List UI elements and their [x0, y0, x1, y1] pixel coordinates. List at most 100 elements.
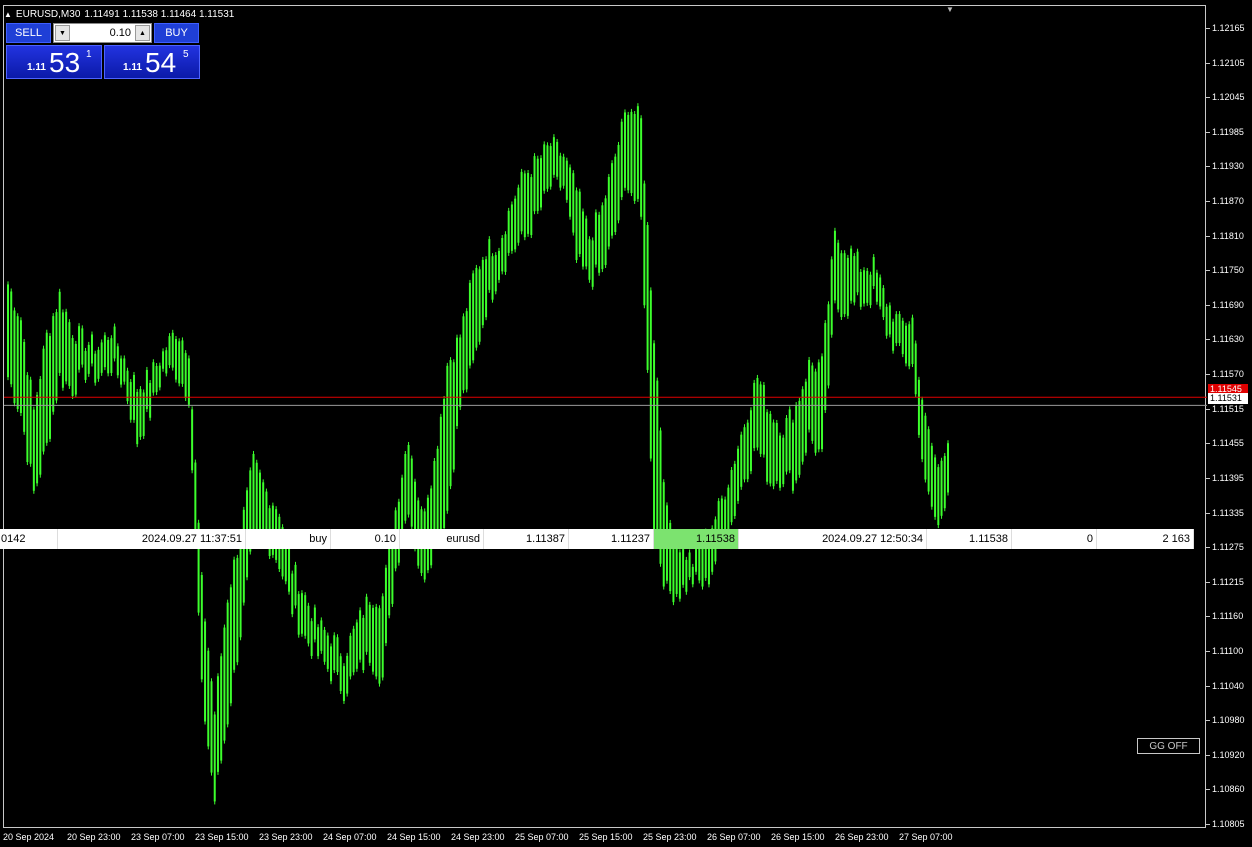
- candle-body: [501, 238, 504, 272]
- one-click-trading-panel: SELL ▼ 0.10 ▲ BUY 1.11 53 1 1.11 54 5: [6, 23, 200, 79]
- candle-body: [837, 242, 840, 310]
- trade-close-time: 2024.09.27 12:50:34: [739, 529, 927, 549]
- candle-body: [620, 121, 623, 198]
- candle-body: [158, 365, 161, 388]
- candle-body: [695, 547, 698, 572]
- candle-body: [162, 351, 165, 369]
- time-axis-label: 23 Sep 07:00: [131, 832, 185, 842]
- price-axis-tick: [1206, 97, 1210, 98]
- bid-price-tag: 1.11531: [1208, 393, 1248, 404]
- candle-body: [288, 548, 291, 592]
- triangle-up-icon[interactable]: ▲: [4, 10, 12, 19]
- candle-body: [569, 167, 572, 217]
- candle-body: [258, 472, 261, 534]
- candle-body: [536, 158, 539, 211]
- trade-open-price: 1.11387: [484, 529, 569, 549]
- candle-body: [559, 155, 562, 188]
- candle-body: [908, 324, 911, 367]
- candle-body: [627, 114, 630, 191]
- candle-body: [562, 156, 565, 186]
- candle-body: [210, 681, 213, 773]
- candle-body: [229, 587, 232, 704]
- candle-body: [194, 462, 197, 538]
- candle-body: [549, 146, 552, 187]
- price-axis-tick: [1206, 63, 1210, 64]
- trade-ticket: 0142: [0, 529, 58, 549]
- candle-body: [39, 379, 42, 475]
- candle-body: [895, 314, 898, 344]
- gg-off-button[interactable]: GG OFF: [1137, 738, 1200, 754]
- candle-body: [19, 320, 22, 414]
- candle-body: [42, 348, 45, 452]
- candle-body: [462, 316, 465, 391]
- chart-header: ▲ EURUSD,M30 1.11491 1.11538 1.11464 1.1…: [4, 7, 234, 21]
- candle-body: [943, 456, 946, 509]
- candle-body: [123, 358, 126, 382]
- price-axis-label: 1.11040: [1212, 681, 1244, 691]
- symbol-label: EURUSD,M30: [15, 8, 81, 20]
- candle-body: [7, 284, 9, 378]
- candle-body: [336, 637, 339, 673]
- candle-body: [178, 341, 181, 384]
- sell-price-point: 1: [86, 49, 92, 60]
- candle-body: [139, 389, 142, 437]
- candle-body: [685, 559, 688, 592]
- time-axis-label: 25 Sep 15:00: [579, 832, 633, 842]
- candle-body: [55, 312, 58, 401]
- lot-decrease-icon[interactable]: ▼: [55, 25, 70, 41]
- lot-increase-icon[interactable]: ▲: [135, 25, 150, 41]
- lot-input[interactable]: ▼ 0.10 ▲: [53, 23, 152, 43]
- candle-body: [443, 399, 446, 528]
- candle-body: [827, 304, 830, 386]
- buy-price-prefix: 1.11: [123, 62, 142, 73]
- trade-row[interactable]: 0142 2024.09.27 11:37:51 buy 0.10 eurusd…: [0, 529, 1194, 549]
- candle-body: [349, 635, 352, 677]
- price-axis-label: 1.11870: [1212, 196, 1244, 206]
- price-axis-label: 1.11750: [1212, 265, 1244, 275]
- candle-body: [740, 434, 743, 487]
- candle-body: [633, 113, 636, 201]
- candle-body: [71, 338, 74, 397]
- candle-body: [762, 385, 765, 455]
- buy-button[interactable]: BUY: [154, 23, 199, 43]
- candle-body: [262, 482, 265, 536]
- candle-body: [149, 382, 152, 418]
- candle-body: [145, 369, 148, 410]
- price-axis-label: 1.11570: [1212, 369, 1244, 379]
- candle-body: [323, 629, 326, 662]
- candle-body: [821, 356, 824, 450]
- candle-body: [853, 256, 856, 303]
- candle-body: [87, 344, 90, 374]
- candle-body: [588, 239, 591, 280]
- candle-body: [843, 253, 846, 315]
- price-axis-label: 1.10980: [1212, 715, 1245, 725]
- candle-body: [181, 340, 184, 384]
- price-axis-tick: [1206, 166, 1210, 167]
- buy-price-button[interactable]: 1.11 54 5: [104, 45, 200, 79]
- candle-body: [698, 548, 701, 581]
- lot-value[interactable]: 0.10: [110, 27, 131, 39]
- candle-body: [533, 156, 536, 212]
- candle-body: [924, 415, 927, 480]
- candle-body: [168, 336, 171, 366]
- candle-body: [368, 604, 371, 663]
- sell-button[interactable]: SELL: [6, 23, 51, 43]
- candle-body: [947, 443, 949, 493]
- candle-body: [16, 316, 19, 409]
- candle-body: [611, 163, 614, 236]
- price-axis-tick: [1206, 28, 1210, 29]
- chart-area[interactable]: [3, 5, 1207, 828]
- buy-price-pips: 54: [145, 47, 177, 78]
- candle-body: [678, 552, 681, 599]
- candle-body: [239, 538, 242, 638]
- candle-body: [888, 305, 891, 335]
- candle-body: [459, 337, 462, 408]
- candle-body: [779, 435, 782, 488]
- candle-body: [255, 462, 258, 531]
- candle-body: [78, 326, 81, 370]
- candle-body: [84, 350, 87, 380]
- sell-price-button[interactable]: 1.11 53 1: [6, 45, 102, 79]
- candle-body: [833, 230, 836, 301]
- candle-body: [110, 338, 113, 373]
- candle-body: [184, 353, 187, 399]
